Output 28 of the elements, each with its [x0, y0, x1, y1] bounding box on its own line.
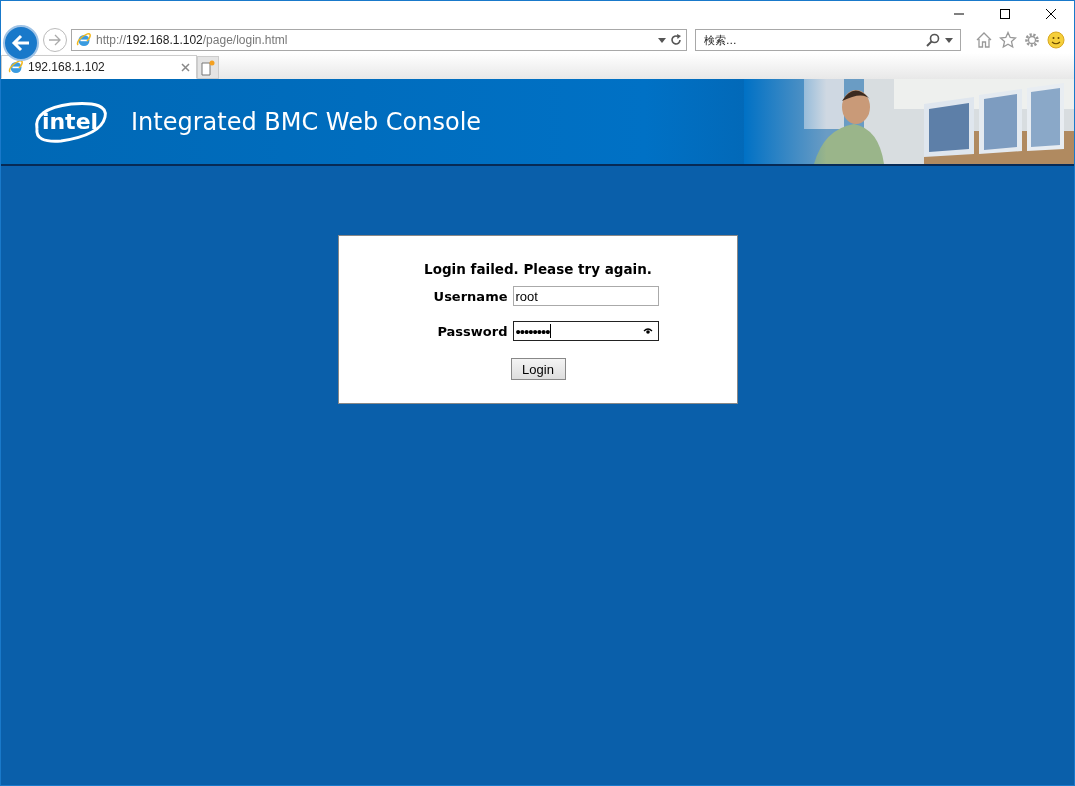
field-label: Username — [432, 288, 508, 304]
field-label: Password — [436, 323, 508, 339]
back-arrow-icon[interactable] — [11, 34, 31, 52]
search-icon[interactable] — [926, 33, 940, 47]
dropdown-icon[interactable] — [945, 37, 953, 43]
refresh-icon[interactable] — [670, 34, 682, 46]
password-field[interactable]: •••••••• — [512, 321, 659, 341]
smiley-icon[interactable] — [1047, 31, 1065, 49]
address-field[interactable]: http://192.168.1.102/page/login.html — [71, 29, 687, 51]
url-text: http://192.168.1.102/page/login.html — [96, 33, 289, 47]
logo-text: intel — [41, 109, 99, 134]
maximize-icon[interactable] — [999, 8, 1011, 20]
page-title: Integrated BMC Web Console — [131, 107, 482, 136]
reveal-icon[interactable] — [642, 328, 653, 334]
dropdown-icon[interactable] — [658, 37, 666, 43]
close-icon[interactable] — [1045, 8, 1057, 20]
browser-tab[interactable]: 192.168.1.102 — [1, 55, 197, 79]
back-button[interactable] — [3, 25, 39, 61]
browser-logo-icon — [76, 32, 92, 48]
login-button[interactable]: Login — [510, 358, 566, 380]
browser-logo-icon — [8, 59, 24, 75]
error-message: Login failed. Please try again. — [424, 261, 652, 277]
username-field[interactable]: root — [512, 286, 659, 306]
forward-arrow-icon[interactable] — [48, 34, 62, 46]
home-icon[interactable] — [975, 31, 993, 49]
star-icon[interactable] — [999, 31, 1017, 49]
settings-icon[interactable] — [1023, 31, 1041, 49]
search-field[interactable]: 検索... — [695, 29, 961, 51]
